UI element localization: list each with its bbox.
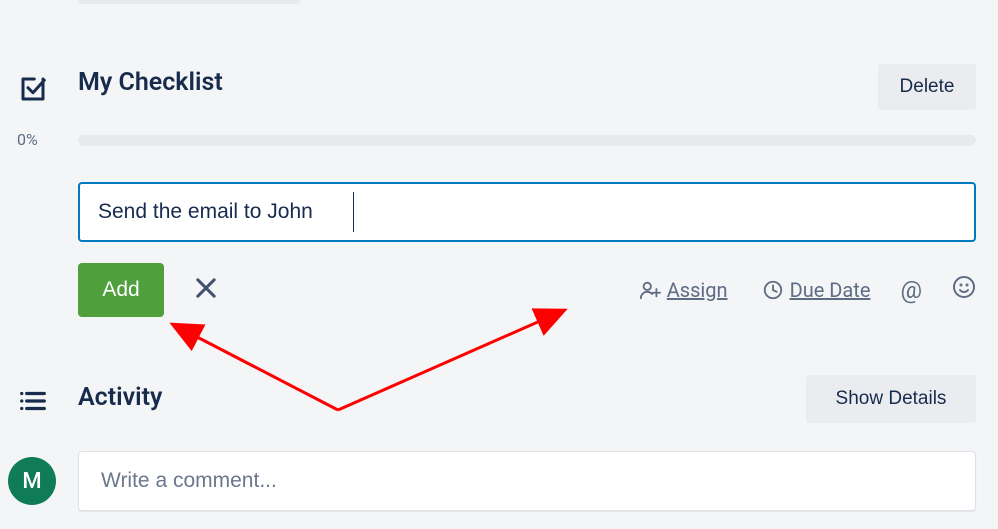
- emoji-button[interactable]: [952, 275, 976, 305]
- checklist-icon: [18, 74, 48, 108]
- comment-input[interactable]: [78, 451, 976, 511]
- checklist-item-input[interactable]: [78, 182, 976, 242]
- activity-title: Activity: [78, 383, 162, 412]
- assign-label: Assign: [667, 278, 728, 302]
- previous-item-placeholder: [78, 0, 300, 4]
- emoji-icon: [952, 275, 976, 299]
- close-icon[interactable]: [192, 274, 220, 306]
- clock-icon: [762, 279, 784, 301]
- avatar[interactable]: M: [8, 457, 56, 505]
- duedate-action[interactable]: Due Date: [758, 278, 875, 302]
- show-details-button[interactable]: Show Details: [806, 375, 976, 423]
- mention-button[interactable]: @: [900, 276, 922, 304]
- assign-icon: [639, 279, 661, 301]
- checklist-title[interactable]: My Checklist: [78, 68, 223, 97]
- checklist-item-actions: Add Assign Due Date @: [78, 260, 976, 320]
- progress-bar: [78, 135, 976, 146]
- activity-icon: [18, 388, 48, 418]
- text-caret: [353, 192, 354, 232]
- progress-percent: 0%: [17, 130, 38, 149]
- delete-button[interactable]: Delete: [878, 64, 976, 110]
- add-button[interactable]: Add: [78, 263, 164, 317]
- assign-action[interactable]: Assign: [635, 278, 732, 302]
- duedate-label: Due Date: [790, 278, 871, 302]
